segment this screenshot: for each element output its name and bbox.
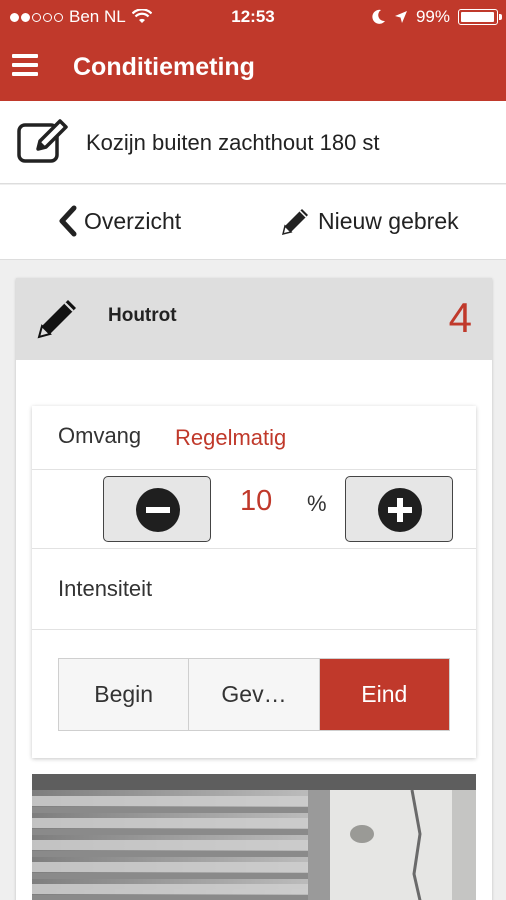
intensity-option-begin[interactable]: Begin bbox=[59, 659, 190, 730]
object-title: Kozijn buiten zachthout 180 st bbox=[86, 130, 380, 155]
condition-score: 4 bbox=[448, 294, 472, 341]
percentage-stepper: 10 % bbox=[32, 471, 476, 549]
pencil-icon bbox=[281, 209, 308, 236]
defect-card-header[interactable]: Houtrot 4 bbox=[16, 278, 492, 360]
intensity-segmented-control: Begin Gev… Eind bbox=[58, 658, 450, 731]
app-header: Conditiemeting bbox=[0, 34, 506, 101]
new-defect-button[interactable]: Nieuw gebrek bbox=[280, 205, 459, 237]
new-defect-label: Nieuw gebrek bbox=[318, 207, 459, 234]
intensity-label: Intensiteit bbox=[58, 576, 153, 601]
intensity-option-eind[interactable]: Eind bbox=[319, 659, 449, 730]
pencil-icon bbox=[37, 300, 76, 339]
object-row[interactable]: Kozijn buiten zachthout 180 st bbox=[0, 101, 506, 184]
battery-icon bbox=[458, 9, 502, 25]
battery-percentage: 99% bbox=[415, 7, 450, 26]
defect-photo[interactable] bbox=[32, 774, 476, 900]
defect-details-panel: Omvang Regelmatig 10 % Intensiteit Begin bbox=[32, 406, 476, 758]
increase-button[interactable] bbox=[345, 476, 453, 542]
intensity-option-gevorderd[interactable]: Gev… bbox=[189, 659, 320, 730]
status-right: 99% bbox=[372, 7, 502, 27]
percentage-value: 10 bbox=[240, 485, 273, 517]
hamburger-menu-icon[interactable] bbox=[12, 54, 38, 76]
nav-row: Overzicht Nieuw gebrek bbox=[0, 185, 506, 260]
overview-back-button[interactable]: Overzicht bbox=[58, 205, 181, 237]
overview-label: Overzicht bbox=[84, 207, 182, 234]
decrease-button[interactable] bbox=[103, 476, 211, 542]
defect-name: Houtrot bbox=[108, 305, 177, 326]
chevron-left-icon bbox=[59, 205, 77, 237]
moon-icon bbox=[372, 9, 385, 24]
defect-photo-image bbox=[32, 774, 476, 900]
minus-circle-icon bbox=[136, 488, 180, 532]
status-bar: Ben NL 12:53 99% bbox=[0, 0, 506, 34]
defect-card: Houtrot 4 Omvang Regelmatig 10 % Intensi… bbox=[16, 278, 492, 900]
plus-circle-icon bbox=[378, 488, 422, 532]
omvang-value: Regelmatig bbox=[175, 425, 287, 450]
omvang-row[interactable]: Omvang Regelmatig bbox=[32, 406, 476, 470]
top-bar: Ben NL 12:53 99% Conditiemeting bbox=[0, 0, 506, 101]
percentage-unit: % bbox=[307, 491, 327, 516]
omvang-label: Omvang bbox=[58, 423, 142, 448]
intensity-row: Intensiteit bbox=[32, 550, 476, 630]
page-title: Conditiemeting bbox=[73, 53, 255, 81]
edit-square-icon bbox=[17, 119, 68, 163]
location-arrow-icon bbox=[394, 11, 407, 23]
